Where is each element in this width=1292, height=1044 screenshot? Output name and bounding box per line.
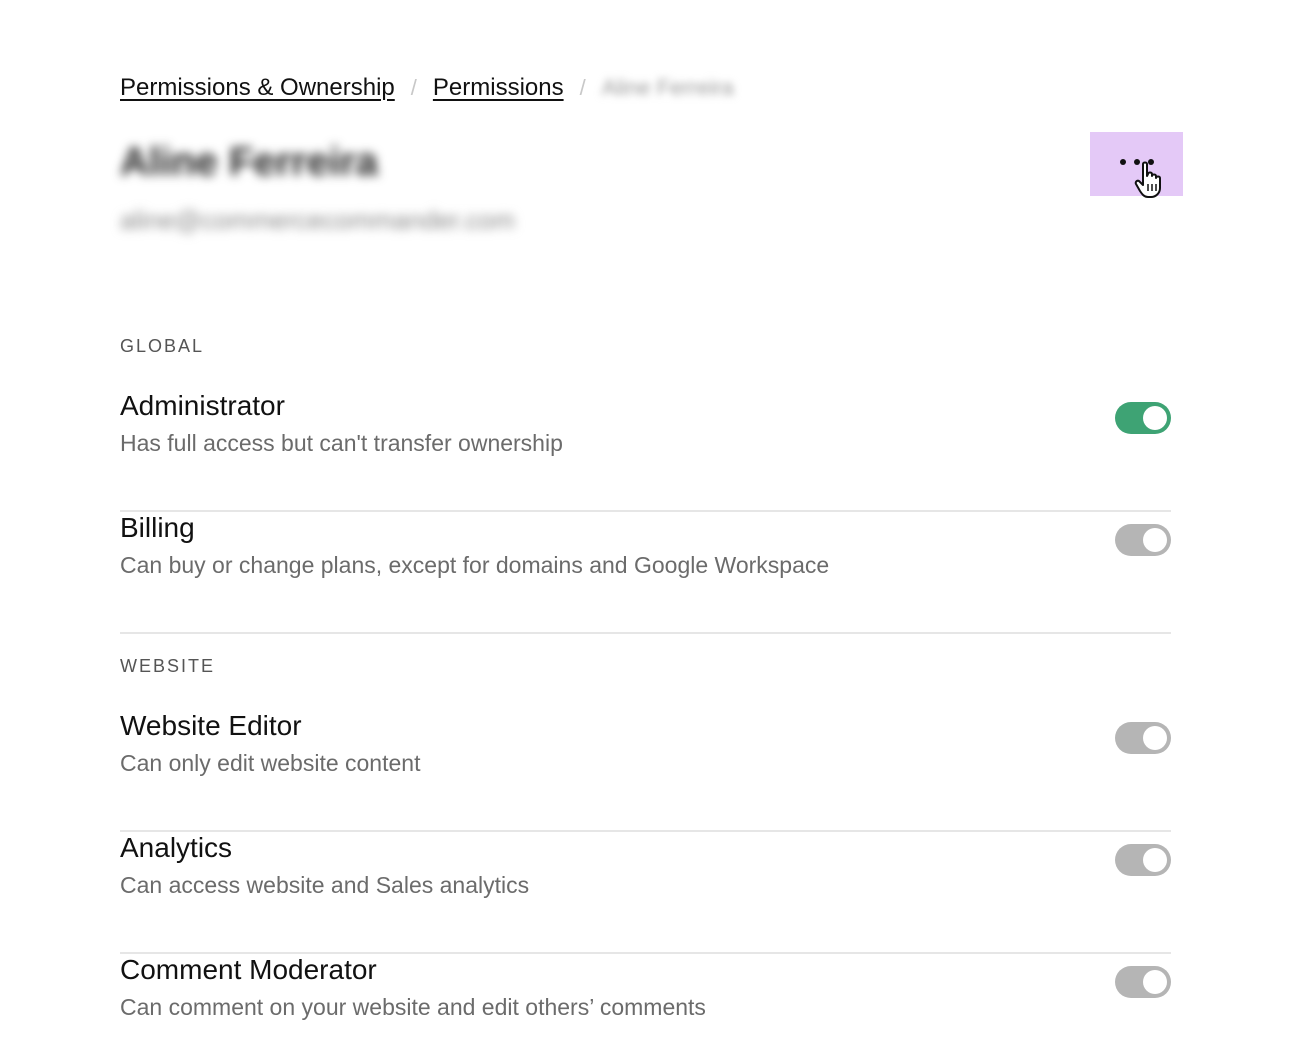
permission-title: Billing bbox=[120, 512, 195, 543]
breadcrumb-permissions[interactable]: Permissions bbox=[433, 72, 564, 104]
toggle-knob bbox=[1143, 848, 1167, 872]
billing-toggle[interactable] bbox=[1115, 524, 1171, 556]
more-options-button[interactable] bbox=[1090, 132, 1183, 196]
breadcrumb-current: Aline Ferreira bbox=[601, 75, 734, 100]
user-name: Aline Ferreira bbox=[120, 140, 378, 184]
permission-row-analytics: Analytics Can access website and Sales a… bbox=[120, 830, 1171, 954]
more-horizontal-icon bbox=[1119, 159, 1154, 165]
comment-moderator-toggle[interactable] bbox=[1115, 966, 1171, 998]
permission-description: Can only edit website content bbox=[120, 750, 421, 776]
toggle-knob bbox=[1143, 726, 1167, 750]
permission-title: Administrator bbox=[120, 390, 285, 421]
administrator-toggle[interactable] bbox=[1115, 402, 1171, 434]
analytics-toggle[interactable] bbox=[1115, 844, 1171, 876]
permission-description: Can buy or change plans, except for doma… bbox=[120, 552, 830, 578]
breadcrumb-separator: / bbox=[410, 75, 417, 100]
permission-row-comment-moderator: Comment Moderator Can comment on your we… bbox=[120, 952, 1171, 1032]
permission-row-website-editor: Website Editor Can only edit website con… bbox=[120, 708, 1171, 832]
section-label-website: WEBSITE bbox=[120, 656, 216, 676]
breadcrumb: Permissions & Ownership / Permissions / … bbox=[120, 72, 734, 104]
breadcrumb-separator: / bbox=[579, 75, 586, 100]
permission-title: Website Editor bbox=[120, 710, 302, 741]
permission-title: Comment Moderator bbox=[120, 954, 377, 985]
permission-title: Analytics bbox=[120, 832, 233, 863]
permission-row-administrator: Administrator Has full access but can't … bbox=[120, 388, 1171, 512]
permission-description: Can access website and Sales analytics bbox=[120, 872, 530, 898]
permissions-page: Permissions & Ownership / Permissions / … bbox=[0, 0, 1292, 1044]
section-label-global: GLOBAL bbox=[120, 336, 205, 356]
permission-description: Can comment on your website and edit oth… bbox=[120, 994, 706, 1020]
website-editor-toggle[interactable] bbox=[1115, 722, 1171, 754]
permission-row-billing: Billing Can buy or change plans, except … bbox=[120, 510, 1171, 634]
breadcrumb-permissions-ownership[interactable]: Permissions & Ownership bbox=[120, 72, 395, 104]
toggle-knob bbox=[1143, 406, 1167, 430]
toggle-knob bbox=[1143, 970, 1167, 994]
toggle-knob bbox=[1143, 528, 1167, 552]
user-email: aline@commercecommander.com bbox=[120, 205, 515, 235]
permission-description: Has full access but can't transfer owner… bbox=[120, 430, 563, 456]
